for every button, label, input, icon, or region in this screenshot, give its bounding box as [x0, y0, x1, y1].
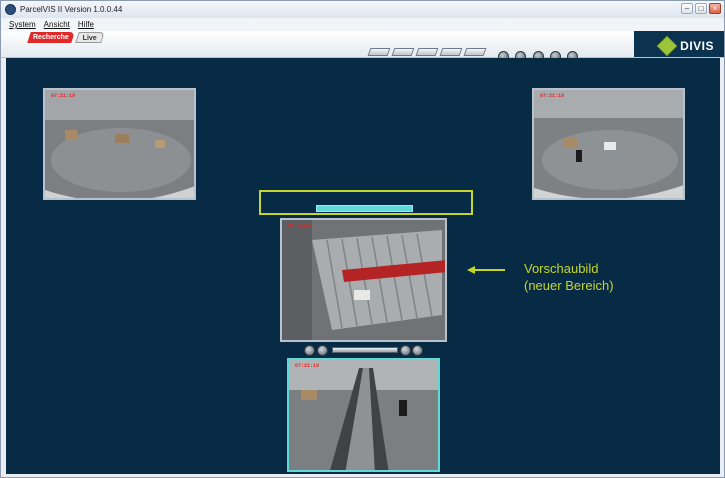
layout-3d-button[interactable] [415, 48, 439, 56]
camera-timestamp: 07:21:19 [288, 223, 313, 229]
minimize-button[interactable]: – [681, 3, 693, 14]
layout-grid-button[interactable] [391, 48, 415, 56]
camera-image [282, 220, 445, 340]
tab-live[interactable]: Live [75, 32, 105, 43]
preview-progress-bar [316, 205, 413, 212]
camera-marker [445, 220, 447, 340]
camera-image [289, 360, 438, 470]
tab-recherche[interactable]: Recherche [27, 32, 75, 43]
camera-view-top-right[interactable]: 07:21:19 [532, 88, 685, 200]
camera-marker [194, 90, 196, 198]
app-icon [5, 4, 16, 15]
logo-text: DIVIS [680, 39, 714, 53]
tab-live-label: Live [82, 35, 97, 42]
preview-progress-frame [259, 190, 473, 215]
toolbar: Recherche Live [1, 31, 724, 62]
annotation-line-1: Vorschaubild [524, 261, 599, 276]
camera-view-bottom[interactable]: 07:21:19 [287, 358, 440, 472]
forward-button[interactable] [412, 345, 423, 356]
menu-system[interactable]: System [9, 18, 36, 31]
rewind-button[interactable] [400, 345, 411, 356]
playback-controls [304, 345, 423, 356]
menu-ansicht[interactable]: Ansicht [44, 18, 70, 31]
camera-timestamp: 07:21:19 [540, 93, 565, 99]
preview-annotation: Vorschaubild (neuer Bereich) [524, 260, 614, 294]
menu-bar: System Ansicht Hilfe [1, 18, 724, 31]
play-button[interactable] [304, 345, 315, 356]
camera-image [534, 90, 683, 198]
layout-split-button[interactable] [439, 48, 463, 56]
camera-view-top-left[interactable]: 07:21:19 [43, 88, 196, 200]
maximize-button[interactable]: □ [695, 3, 707, 14]
title-bar: ParcelVIS II Version 1.0.0.44 – □ × [1, 1, 724, 18]
camera-timestamp: 07:21:19 [295, 363, 320, 369]
menu-hilfe[interactable]: Hilfe [78, 18, 94, 31]
close-button[interactable]: × [709, 3, 721, 14]
annotation-line-2: (neuer Bereich) [524, 278, 614, 293]
camera-timestamp: 07:21:19 [51, 93, 76, 99]
arrow-left-icon [467, 266, 505, 274]
camera-image [45, 90, 194, 198]
cube-logo-icon [656, 35, 678, 57]
layout-single-button[interactable] [367, 48, 391, 56]
video-workspace: 07:21:19 07:21:19 07:21:19 07:21:19 Vors… [6, 58, 720, 474]
window-controls: – □ × [681, 3, 721, 14]
window-title: ParcelVIS II Version 1.0.0.44 [20, 5, 123, 14]
playback-slider[interactable] [332, 347, 398, 353]
camera-marker [683, 90, 685, 198]
camera-view-center[interactable]: 07:21:19 [280, 218, 447, 342]
divis-logo: DIVIS [656, 35, 714, 57]
pause-button[interactable] [317, 345, 328, 356]
layout-list-button[interactable] [463, 48, 487, 56]
app-window: ParcelVIS II Version 1.0.0.44 – □ × Syst… [0, 0, 725, 478]
tab-recherche-label: Recherche [33, 34, 69, 41]
